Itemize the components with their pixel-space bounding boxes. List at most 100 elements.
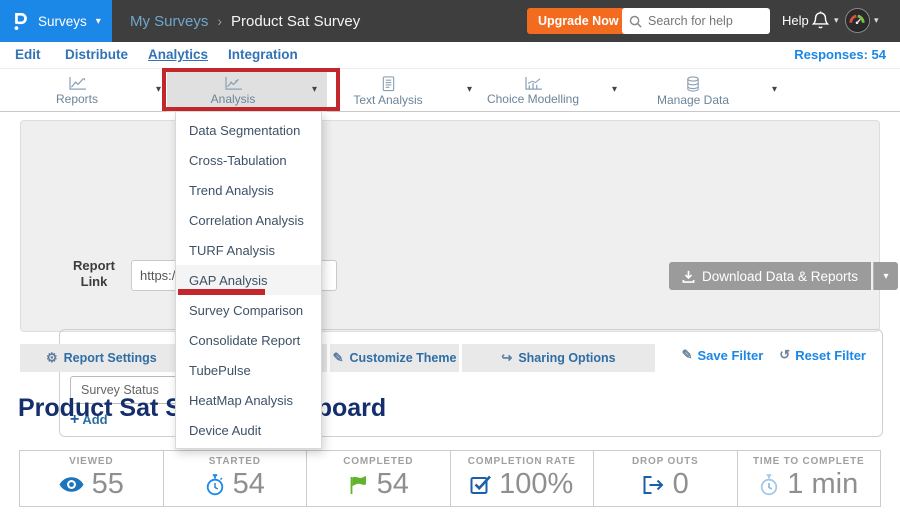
chevron-down-icon: ▾ (883, 271, 888, 282)
menu-item-heatmap-analysis[interactable]: HeatMap Analysis (176, 385, 321, 415)
nav-item-distribute[interactable]: Distribute (65, 47, 128, 62)
pencil-icon: ✎ (333, 350, 344, 366)
timer-icon (759, 474, 779, 496)
menu-item-data-segmentation[interactable]: Data Segmentation (176, 115, 321, 145)
eye-icon (59, 477, 84, 492)
nav-item-analytics[interactable]: Analytics (148, 47, 208, 62)
save-filter-button[interactable]: ✎ Save Filter (682, 347, 764, 363)
survey-stats-table: VIEWED 55 STARTED (19, 450, 881, 507)
stat-completed: COMPLETED 54 (307, 451, 451, 506)
analysis-dropdown-menu: Data Segmentation Cross-Tabulation Trend… (175, 112, 322, 449)
toolbar-item-reports[interactable]: Reports ▾ (11, 69, 171, 112)
stat-value: 54 (233, 468, 265, 501)
report-panel: Report Link Download Data & Reports ▾ Fi… (20, 120, 880, 332)
tab-label: Report Settings (64, 351, 157, 365)
app-window: Surveys ▾ My Surveys › Product Sat Surve… (0, 0, 900, 514)
toolbar-item-text-analysis[interactable]: Text Analysis ▾ (322, 69, 482, 112)
stat-label: TIME TO COMPLETE (753, 456, 865, 467)
responses-count: Responses: 54 (794, 47, 886, 62)
stat-label: VIEWED (69, 456, 113, 467)
toolbar-item-label: Text Analysis (353, 93, 422, 107)
stat-time-to-complete: TIME TO COMPLETE 1 min (738, 451, 881, 506)
analytics-toolbar: Reports ▾ Analysis ▾ (0, 68, 900, 112)
download-button-label: Download Data & Reports (702, 269, 858, 284)
breadcrumb-separator: › (217, 13, 222, 29)
surveys-product-menu[interactable]: Surveys ▾ (0, 0, 112, 42)
toolbar-item-label: Choice Modelling (487, 92, 579, 106)
reset-icon: ↺ (779, 347, 790, 363)
stat-value: 54 (377, 468, 409, 501)
chevron-down-icon[interactable]: ▾ (612, 84, 617, 95)
menu-item-tubepulse[interactable]: TubePulse (176, 355, 321, 385)
breadcrumb-my-surveys[interactable]: My Surveys (130, 13, 208, 30)
bar-chart-icon (524, 76, 543, 91)
notifications-menu[interactable]: ▾ (811, 10, 839, 31)
nav-item-edit[interactable]: Edit (15, 47, 41, 62)
chevron-down-icon: ▾ (874, 15, 879, 26)
tab-customize-theme[interactable]: ✎ Customize Theme (330, 344, 459, 372)
flag-icon (348, 475, 369, 495)
breadcrumb: My Surveys › Product Sat Survey (130, 0, 360, 42)
menu-item-correlation-analysis[interactable]: Correlation Analysis (176, 205, 321, 235)
chevron-down-icon[interactable]: ▾ (312, 84, 317, 95)
help-search-input[interactable] (648, 14, 766, 28)
scatter-chart-icon (224, 76, 243, 91)
stat-viewed: VIEWED 55 (20, 451, 164, 506)
toolbar-item-analysis[interactable]: Analysis ▾ (167, 69, 327, 112)
report-link-label: Report Link (61, 258, 127, 290)
tab-sharing-options[interactable]: ↪ Sharing Options (462, 344, 655, 372)
tab-label: Sharing Options (518, 351, 615, 365)
download-options-caret-button[interactable]: ▾ (873, 262, 898, 290)
stat-completion-rate: COMPLETION RATE 100% (451, 451, 595, 506)
breadcrumb-current-survey: Product Sat Survey (231, 13, 360, 30)
upgrade-now-button[interactable]: Upgrade Now (527, 8, 630, 34)
document-icon (381, 76, 396, 92)
stat-value: 55 (92, 468, 124, 501)
help-search-box[interactable] (622, 8, 770, 34)
stat-value: 100% (499, 468, 573, 501)
stopwatch-icon (205, 474, 225, 496)
bell-icon (811, 10, 830, 31)
help-link[interactable]: Help (782, 13, 809, 28)
toolbar-item-choice-modelling[interactable]: Choice Modelling ▾ (467, 69, 627, 112)
search-icon (629, 15, 642, 28)
menu-item-device-audit[interactable]: Device Audit (176, 415, 321, 445)
database-icon (685, 76, 701, 92)
account-menu[interactable]: ▾ (845, 8, 879, 33)
stat-drop-outs: DROP OUTS 0 (594, 451, 738, 506)
stat-started: STARTED 54 (164, 451, 308, 506)
toolbar-item-label: Analysis (211, 92, 256, 106)
menu-item-gap-analysis[interactable]: GAP Analysis (176, 265, 321, 295)
menu-item-consolidate-report[interactable]: Consolidate Report (176, 325, 321, 355)
toolbar-item-label: Manage Data (657, 93, 729, 107)
stat-value: 0 (673, 468, 689, 501)
survey-nav-row: Edit Distribute Analytics Integration Re… (0, 42, 900, 68)
chevron-down-icon[interactable]: ▾ (156, 84, 161, 95)
download-icon (682, 270, 695, 283)
surveys-menu-label: Surveys (38, 14, 87, 29)
menu-item-survey-comparison[interactable]: Survey Comparison (176, 295, 321, 325)
pencil-icon: ✎ (682, 347, 693, 363)
menu-item-trend-analysis[interactable]: Trend Analysis (176, 175, 321, 205)
share-icon: ↪ (501, 350, 512, 366)
menu-item-turf-analysis[interactable]: TURF Analysis (176, 235, 321, 265)
toolbar-item-manage-data[interactable]: Manage Data ▾ (627, 69, 787, 112)
drop-out-icon (642, 475, 665, 495)
checkbox-icon (470, 474, 491, 495)
save-filter-label: Save Filter (698, 348, 764, 363)
chevron-down-icon[interactable]: ▾ (772, 84, 777, 95)
nav-item-integration[interactable]: Integration (228, 47, 298, 62)
menu-item-cross-tabulation[interactable]: Cross-Tabulation (176, 145, 321, 175)
top-header-bar: Surveys ▾ My Surveys › Product Sat Surve… (0, 0, 900, 42)
reset-filter-label: Reset Filter (795, 348, 866, 363)
gear-icon: ⚙ (46, 350, 58, 366)
stat-label: COMPLETED (343, 456, 413, 467)
download-data-reports-button[interactable]: Download Data & Reports (669, 262, 871, 290)
questionpro-logo-icon (12, 10, 28, 32)
chevron-down-icon: ▾ (96, 16, 101, 27)
line-chart-icon (68, 76, 87, 91)
reset-filter-button[interactable]: ↺ Reset Filter (779, 347, 866, 363)
chevron-down-icon: ▾ (834, 15, 839, 26)
avatar (845, 8, 870, 33)
stat-label: DROP OUTS (632, 456, 698, 467)
